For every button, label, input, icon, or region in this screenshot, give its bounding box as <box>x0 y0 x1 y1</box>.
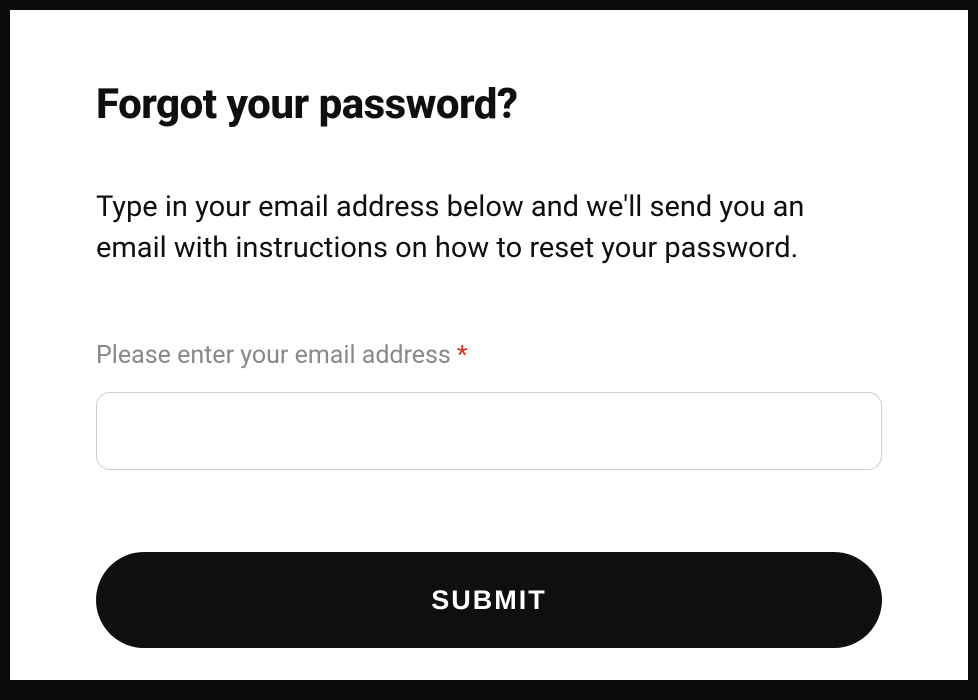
email-label-text: Please enter your email address <box>96 341 451 370</box>
forgot-password-modal: Forgot your password? Type in your email… <box>10 10 968 680</box>
submit-button[interactable]: SUBMIT <box>96 552 882 648</box>
email-input[interactable] <box>96 392 882 470</box>
required-indicator: * <box>457 341 468 370</box>
modal-title: Forgot your password? <box>96 80 882 129</box>
email-label: Please enter your email address* <box>96 341 882 370</box>
modal-description: Type in your email address below and we'… <box>96 187 882 269</box>
